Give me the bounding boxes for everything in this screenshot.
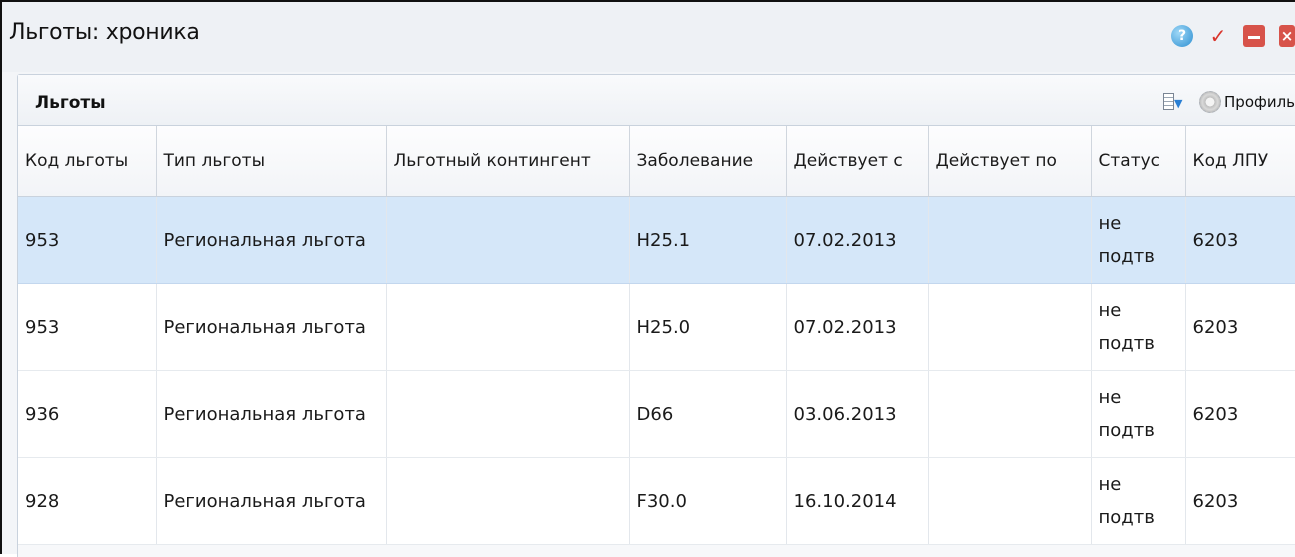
window-controls: ? ✓ ×: [1171, 24, 1295, 48]
cell-valid-to: [928, 283, 1092, 371]
cell-status: не подтв: [1091, 457, 1186, 545]
cell-valid-to: [928, 370, 1092, 458]
profile-label: Профиль: [1224, 93, 1295, 111]
cell-valid-from: 07.02.2013: [786, 283, 929, 371]
column-header-status[interactable]: Статус: [1091, 126, 1186, 197]
cell-code: 928: [18, 457, 157, 545]
column-header-lpu-code[interactable]: Код ЛПУ: [1185, 126, 1295, 197]
window-titlebar: Льготы: хроника ? ✓ ×: [2, 2, 1295, 72]
cell-code: 953: [18, 283, 157, 371]
profile-button[interactable]: Профиль: [1199, 91, 1295, 113]
cell-contingent: [386, 457, 630, 545]
cell-contingent: [386, 370, 630, 458]
checkmark-icon[interactable]: ✓: [1207, 24, 1229, 48]
gear-icon: [1199, 91, 1222, 113]
help-icon[interactable]: ?: [1171, 25, 1193, 47]
table-row[interactable]: 953 Региональная льгота H25.1 07.02.2013…: [18, 196, 1295, 284]
cell-type: Региональная льгота: [156, 196, 387, 284]
cell-disease: F30.0: [629, 457, 787, 545]
benefits-table: Код льготы Тип льготы Льготный континген…: [18, 126, 1295, 545]
cell-valid-to: [928, 457, 1092, 545]
cell-lpu-code: 6203: [1185, 370, 1295, 458]
cell-disease: D66: [629, 370, 787, 458]
benefits-panel: Льготы ▼ Профиль Код льготы Тип льготы Л…: [17, 74, 1295, 557]
window-title: Льготы: хроника: [9, 20, 200, 45]
panel-title: Льготы: [35, 93, 106, 113]
cell-valid-from: 03.06.2013: [786, 370, 929, 458]
panel-header: Льготы ▼ Профиль: [18, 75, 1295, 126]
cell-valid-from: 16.10.2014: [786, 457, 929, 545]
cell-type: Региональная льгота: [156, 370, 387, 458]
table-header-row: Код льготы Тип льготы Льготный континген…: [18, 126, 1295, 197]
cell-type: Региональная льгота: [156, 283, 387, 371]
column-header-type[interactable]: Тип льготы: [156, 126, 387, 197]
cell-lpu-code: 6203: [1185, 196, 1295, 284]
cell-valid-to: [928, 196, 1092, 284]
table-row[interactable]: 936 Региональная льгота D66 03.06.2013 н…: [18, 370, 1295, 458]
cell-contingent: [386, 283, 630, 371]
column-header-disease[interactable]: Заболевание: [629, 126, 787, 197]
column-header-valid-from[interactable]: Действует с: [786, 126, 929, 197]
cell-status: не подтв: [1091, 370, 1186, 458]
table-row[interactable]: 928 Региональная льгота F30.0 16.10.2014…: [18, 457, 1295, 545]
benefits-history-window: Льготы: хроника ? ✓ × Льготы ▼ Профиль К…: [0, 0, 1295, 557]
close-icon[interactable]: ×: [1279, 25, 1295, 47]
cell-code: 936: [18, 370, 157, 458]
column-header-valid-to[interactable]: Действует по: [928, 126, 1092, 197]
cell-disease: H25.0: [629, 283, 787, 371]
cell-disease: H25.1: [629, 196, 787, 284]
cell-status: не подтв: [1091, 283, 1186, 371]
cell-contingent: [386, 196, 630, 284]
cell-type: Региональная льгота: [156, 457, 387, 545]
column-header-code[interactable]: Код льготы: [18, 126, 157, 197]
column-header-contingent[interactable]: Льготный контингент: [386, 126, 630, 197]
cell-lpu-code: 6203: [1185, 457, 1295, 545]
cell-code: 953: [18, 196, 157, 284]
cell-lpu-code: 6203: [1185, 283, 1295, 371]
cell-status: не подтв: [1091, 196, 1186, 284]
cell-valid-from: 07.02.2013: [786, 196, 929, 284]
table-row[interactable]: 953 Региональная льгота H25.0 07.02.2013…: [18, 283, 1295, 371]
panel-tools: ▼ Профиль: [1163, 91, 1295, 113]
minimize-icon[interactable]: [1243, 25, 1265, 47]
columns-menu-icon[interactable]: ▼: [1163, 93, 1185, 111]
